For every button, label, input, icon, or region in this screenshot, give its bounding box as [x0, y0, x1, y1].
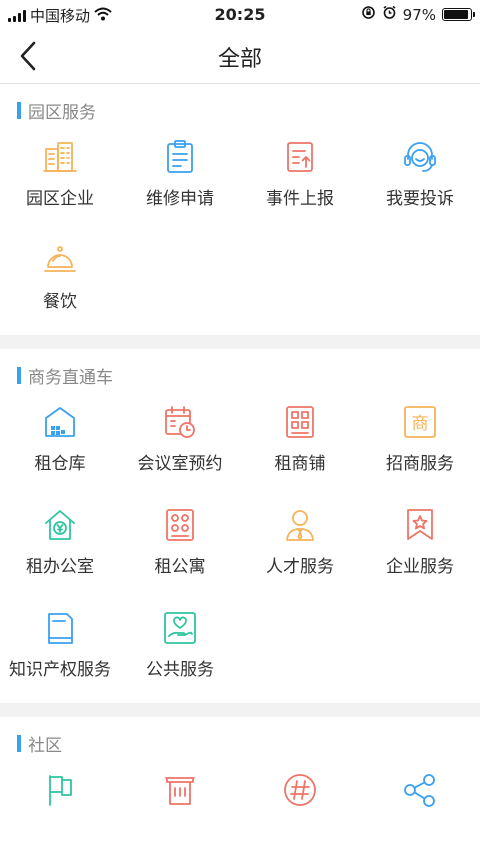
- section-accent-bar: [17, 734, 21, 752]
- service-item[interactable]: 维修申请: [120, 129, 240, 232]
- clipboard-icon: [162, 139, 198, 175]
- service-label: 维修申请: [146, 189, 214, 209]
- section-accent-bar: [17, 101, 21, 119]
- service-label: 人才服务: [266, 557, 334, 577]
- service-label: 园区企业: [26, 189, 94, 209]
- service-item[interactable]: 人才服务: [240, 497, 360, 600]
- navigation-bar: 全部: [0, 30, 480, 84]
- service-grid: 租仓库 会议室预约 租商铺 商招商服务租办公室 租公寓 人才服务 企业服务知识产权服务 公共服…: [0, 386, 480, 703]
- warehouse-icon: [42, 404, 78, 440]
- service-grid: 园区企业 维修申请 事件上报 我要投诉餐饮: [0, 121, 480, 335]
- section-divider: [0, 703, 480, 717]
- service-label: 招商服务: [386, 454, 454, 474]
- rotation-lock-icon: [361, 5, 376, 24]
- report-upload-icon: [282, 139, 318, 175]
- page-title: 全部: [217, 47, 262, 72]
- service-label: 会议室预约: [137, 454, 223, 474]
- svg-text:商: 商: [412, 414, 429, 434]
- merchant-sign-icon: 商: [402, 404, 438, 440]
- status-bar: 中国移动 20:25 97%: [0, 0, 480, 30]
- service-item[interactable]: 知识产权服务: [0, 600, 120, 703]
- service-grid: [0, 754, 480, 865]
- service-item[interactable]: 公共服务: [120, 600, 240, 703]
- apartment-icon: [162, 507, 198, 543]
- service-label: 事件上报: [266, 189, 334, 209]
- service-label: 餐饮: [43, 292, 77, 312]
- section-accent-bar: [17, 366, 21, 384]
- status-right: 97%: [361, 5, 475, 24]
- section-title: 社区: [28, 735, 62, 756]
- section-header: 园区服务: [0, 99, 480, 123]
- battery-percent: 97%: [402, 5, 436, 24]
- section-divider: [0, 335, 480, 349]
- service-section: 园区服务园区企业 维修申请 事件上报 我要投诉餐饮: [0, 84, 480, 335]
- back-button[interactable]: [12, 38, 48, 74]
- service-sections: 园区服务园区企业 维修申请 事件上报 我要投诉餐饮商务直通车租仓库 会议室预约 租商铺 商招…: [0, 84, 480, 865]
- service-item[interactable]: [120, 762, 240, 865]
- service-item[interactable]: 企业服务: [360, 497, 480, 600]
- service-item[interactable]: 餐饮: [0, 232, 120, 335]
- service-label: 租商铺: [274, 454, 326, 474]
- service-section: 社区: [0, 717, 480, 865]
- service-label: 租办公室: [26, 557, 94, 577]
- service-item[interactable]: 我要投诉: [360, 129, 480, 232]
- headset-icon: [402, 139, 438, 175]
- heart-hand-icon: [162, 610, 198, 646]
- calendar-clock-icon: [162, 404, 198, 440]
- hashtag-icon: [282, 772, 318, 808]
- service-item[interactable]: 商招商服务: [360, 394, 480, 497]
- service-label: 企业服务: [386, 557, 454, 577]
- service-item[interactable]: 租仓库: [0, 394, 120, 497]
- service-label: 租公寓: [154, 557, 206, 577]
- shop-grid-icon: [282, 404, 318, 440]
- service-label: 租仓库: [34, 454, 86, 474]
- service-item[interactable]: [0, 762, 120, 865]
- service-item[interactable]: 会议室预约: [120, 394, 240, 497]
- building-icon: [42, 139, 78, 175]
- service-label: 公共服务: [146, 660, 214, 680]
- alarm-icon: [382, 5, 397, 24]
- service-item[interactable]: 园区企业: [0, 129, 120, 232]
- chevron-left-icon: [20, 41, 36, 71]
- service-item[interactable]: [360, 762, 480, 865]
- person-tie-icon: [282, 507, 318, 543]
- food-cloche-icon: [42, 242, 78, 278]
- section-header: 商务直通车: [0, 364, 480, 388]
- house-yen-icon: [42, 507, 78, 543]
- service-item[interactable]: 租办公室: [0, 497, 120, 600]
- bookmark-star-icon: [402, 507, 438, 543]
- section-header: 社区: [0, 732, 480, 756]
- store-icon: [162, 772, 198, 808]
- flag-icon: [42, 772, 78, 808]
- service-item[interactable]: 租商铺: [240, 394, 360, 497]
- service-item[interactable]: 租公寓: [120, 497, 240, 600]
- service-section: 商务直通车租仓库 会议室预约 租商铺 商招商服务租办公室 租公寓 人才服务 企业服务知识产权…: [0, 349, 480, 703]
- share-icon: [402, 772, 438, 808]
- service-label: 知识产权服务: [9, 660, 111, 680]
- section-title: 商务直通车: [28, 367, 113, 388]
- service-label: 我要投诉: [386, 189, 454, 209]
- battery-icon: [442, 8, 475, 21]
- battery-level: [444, 10, 469, 19]
- section-title: 园区服务: [28, 102, 96, 123]
- service-item[interactable]: [240, 762, 360, 865]
- document-icon: [42, 610, 78, 646]
- service-item[interactable]: 事件上报: [240, 129, 360, 232]
